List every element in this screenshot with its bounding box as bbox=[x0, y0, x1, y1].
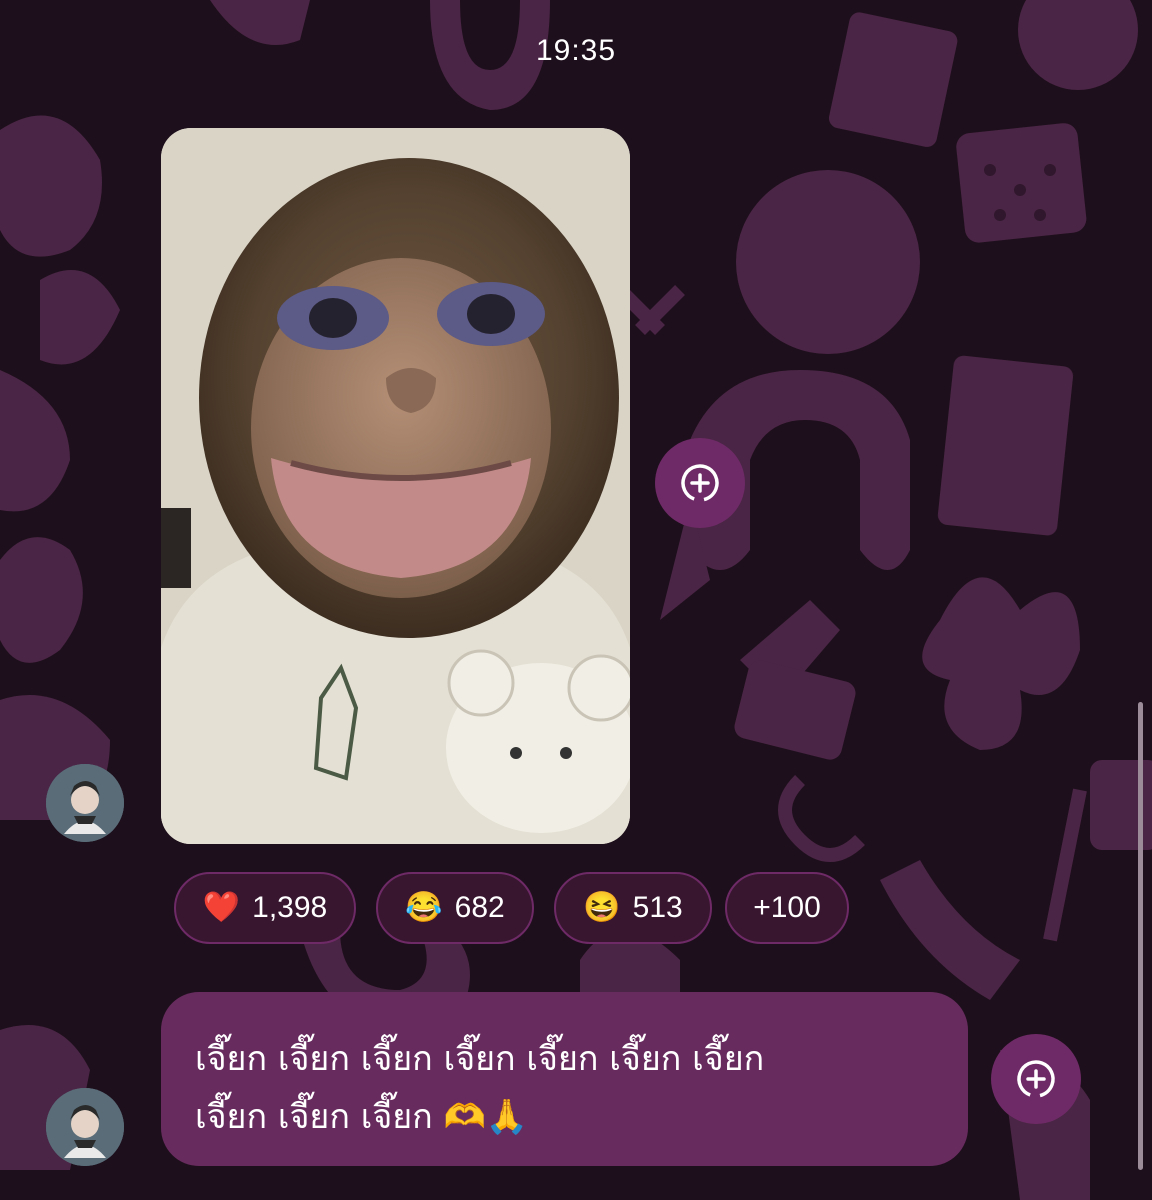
avatar[interactable] bbox=[46, 764, 124, 842]
message-bubble[interactable]: เจี๊ยก เจี๊ยก เจี๊ยก เจี๊ยก เจี๊ยก เจี๊ย… bbox=[161, 992, 968, 1166]
message-emojis: 🫶🙏 bbox=[443, 1097, 529, 1137]
avatar-image bbox=[46, 764, 124, 842]
message-text: เจี๊ยก เจี๊ยก เจี๊ยก เจี๊ยก เจี๊ยก เจี๊ย… bbox=[195, 1030, 955, 1146]
reaction-count: 682 bbox=[454, 891, 505, 924]
reaction-laughing[interactable]: 😂 682 bbox=[376, 872, 534, 944]
message-timestamp: 19:35 bbox=[535, 34, 617, 67]
photo-message[interactable] bbox=[161, 128, 630, 844]
share-icon bbox=[1017, 1060, 1055, 1098]
tears-of-joy-icon: 😂 bbox=[405, 891, 443, 924]
share-button[interactable] bbox=[991, 1034, 1081, 1124]
reaction-count: 1,398 bbox=[252, 891, 328, 924]
reaction-more-count: +100 bbox=[753, 891, 821, 924]
avatar-image bbox=[46, 1088, 124, 1166]
message-line-2: เจี๊ยก เจี๊ยก เจี๊ยก bbox=[195, 1097, 433, 1137]
scrollbar[interactable] bbox=[1138, 702, 1143, 1170]
grinning-squint-icon: 😆 bbox=[583, 891, 621, 924]
monkey-photo bbox=[161, 128, 630, 844]
avatar[interactable] bbox=[46, 1088, 124, 1166]
message-line-1: เจี๊ยก เจี๊ยก เจี๊ยก เจี๊ยก เจี๊ยก เจี๊ย… bbox=[195, 1039, 765, 1079]
share-button[interactable] bbox=[655, 438, 745, 528]
reaction-grinning[interactable]: 😆 513 bbox=[554, 872, 712, 944]
reaction-count: 513 bbox=[632, 891, 683, 924]
reaction-heart[interactable]: ❤️ 1,398 bbox=[174, 872, 356, 944]
heart-icon: ❤️ bbox=[202, 891, 241, 924]
reaction-more[interactable]: +100 bbox=[725, 872, 849, 944]
share-icon bbox=[681, 464, 719, 502]
